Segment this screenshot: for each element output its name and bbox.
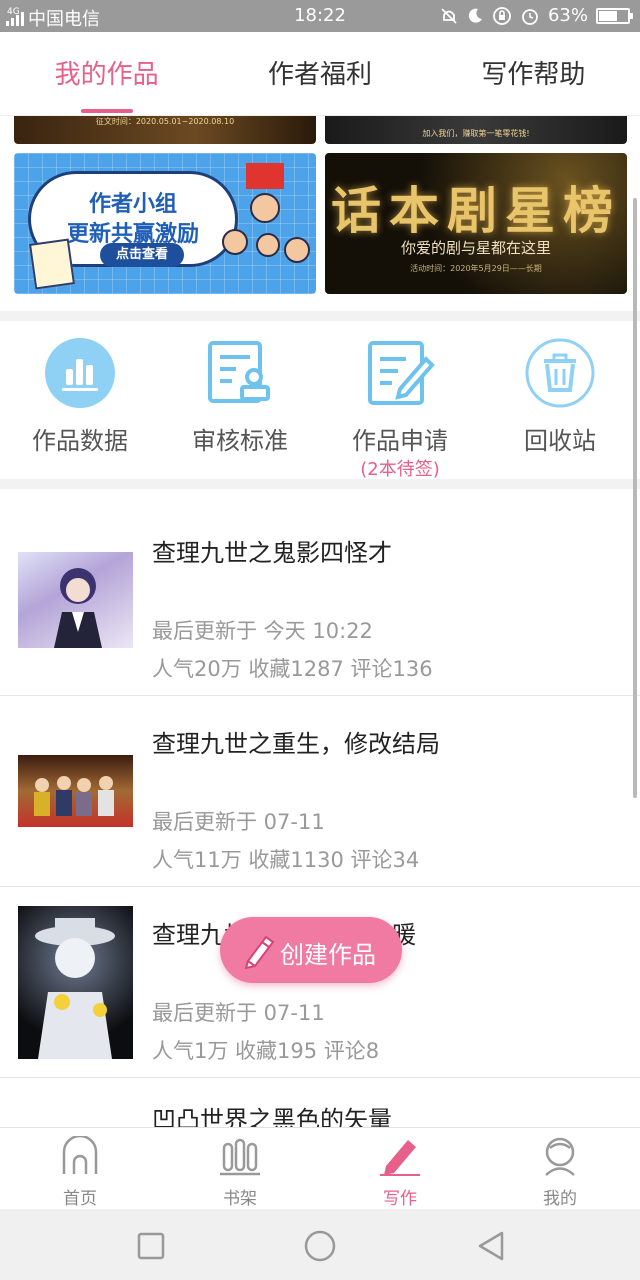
- mute-icon: [441, 7, 457, 24]
- work-cover-image: [18, 755, 133, 827]
- nav-bookshelf[interactable]: 书架: [160, 1128, 320, 1209]
- work-cover-image: [18, 552, 133, 648]
- tab-label: 作者福利: [267, 60, 372, 90]
- lock-rotation-icon: [493, 6, 511, 25]
- banner-author-group[interactable]: 作者小组 更新共赢激励 点击查看: [14, 153, 316, 294]
- battery-level-fill: [599, 10, 617, 21]
- home-icon: [62, 1136, 98, 1174]
- work-list-item[interactable]: 查理九世之重生，修改结局 最后更新于 07-11 人气11万 收藏1130 评论…: [0, 696, 640, 887]
- battery-percent: 63%: [547, 5, 588, 26]
- section-divider: [0, 311, 640, 321]
- action-work-apply[interactable]: 作品申请 (2本待签): [320, 321, 480, 481]
- bookshelf-icon: [220, 1138, 260, 1176]
- top-tab-bar: 我的作品 作者福利 写作帮助: [0, 32, 640, 116]
- cartoon-people-illustration: [220, 193, 314, 289]
- nav-label: 首页: [63, 1189, 97, 1209]
- action-label: 作品申请: [352, 427, 448, 455]
- pen-icon: [380, 1140, 420, 1176]
- action-label: 作品数据: [32, 427, 128, 455]
- system-nav-bar: [0, 1209, 640, 1280]
- bar-chart-icon: [45, 338, 115, 408]
- red-flag-illustration: [246, 163, 284, 189]
- tab-label: 我的作品: [54, 60, 159, 90]
- action-label: 审核标准: [192, 427, 288, 455]
- quick-actions: 作品数据 审核标准 作品申请 (2本待签) 回收站: [0, 321, 640, 481]
- pending-sign-count: (2本待签): [360, 459, 440, 480]
- banner-strip-text: 征文时间：2020.05.01~2020.08.10: [95, 117, 235, 126]
- battery-icon: [596, 7, 633, 24]
- edit-doc-icon: [368, 341, 435, 405]
- moon-icon: [468, 8, 482, 23]
- nav-label: 书架: [223, 1189, 257, 1209]
- banner-title: 话本剧星榜: [331, 181, 621, 240]
- alarm-icon: [522, 8, 538, 25]
- nav-writing[interactable]: 写作: [320, 1128, 480, 1209]
- nav-home[interactable]: 首页: [0, 1128, 160, 1209]
- create-work-label: 创建作品: [280, 941, 376, 969]
- bottom-nav: 首页 书架 写作 我的: [0, 1127, 640, 1209]
- banner-strip-left[interactable]: 征文时间：2020.05.01~2020.08.10: [14, 116, 316, 144]
- recent-apps-icon[interactable]: [134, 1229, 168, 1263]
- tab-label: 写作帮助: [481, 60, 586, 90]
- banner-subtitle: 你爱的剧与星都在这里: [400, 239, 551, 257]
- trash-icon: [525, 338, 595, 408]
- action-work-data[interactable]: 作品数据: [0, 321, 160, 481]
- tab-author-benefits[interactable]: 作者福利: [213, 32, 426, 115]
- work-updated: 最后更新于 今天 10:22: [152, 619, 373, 643]
- work-title: 查理九世之重生，修改结局: [152, 730, 440, 758]
- work-updated: 最后更新于 07-11: [152, 1001, 325, 1025]
- tab-my-works[interactable]: 我的作品: [0, 32, 213, 115]
- nav-profile[interactable]: 我的: [480, 1128, 640, 1209]
- view-now-button[interactable]: 点击查看: [100, 243, 184, 267]
- work-updated: 最后更新于 07-11: [152, 810, 325, 834]
- profile-icon: [545, 1137, 575, 1176]
- work-stats: 人气20万 收藏1287 评论136: [152, 657, 433, 681]
- banner-line1: 作者小组: [88, 192, 177, 217]
- action-label: 回收站: [524, 427, 596, 455]
- back-icon[interactable]: [474, 1229, 508, 1263]
- status-bar: 4G 中国电信 18:22 63%: [0, 0, 640, 32]
- work-list-item[interactable]: 查理九世之鬼影四怪才 最后更新于 今天 10:22 人气20万 收藏1287 评…: [0, 505, 640, 696]
- create-work-button[interactable]: 创建作品: [220, 917, 402, 983]
- pen-icon: [244, 935, 275, 969]
- checklist-illustration: [28, 238, 76, 290]
- review-doc-icon: [208, 341, 270, 403]
- action-recycle-bin[interactable]: 回收站: [480, 321, 640, 481]
- work-cover-image: [18, 906, 133, 1059]
- scrollbar[interactable]: [633, 198, 637, 798]
- banner-strip-right[interactable]: 加入我们，赚取第一笔零花钱!: [325, 116, 627, 144]
- nav-label: 我的: [543, 1189, 577, 1209]
- action-review-standard[interactable]: 审核标准: [160, 321, 320, 481]
- banner-date: 活动时间：2020年5月29日——长期: [410, 264, 542, 273]
- nav-label: 写作: [383, 1189, 417, 1209]
- work-stats: 人气11万 收藏1130 评论34: [152, 848, 420, 872]
- work-title: 查理九世之鬼影四怪才: [152, 539, 392, 567]
- section-divider: [0, 479, 640, 489]
- status-right: 63%: [440, 5, 633, 26]
- banner-strip-text: 加入我们，赚取第一笔零花钱!: [422, 129, 530, 138]
- home-circle-icon[interactable]: [303, 1229, 337, 1263]
- work-stats: 人气1万 收藏195 评论8: [152, 1039, 380, 1063]
- tab-writing-help[interactable]: 写作帮助: [427, 32, 640, 115]
- banner-drama-star-ranking[interactable]: 话本剧星榜 你爱的剧与星都在这里 活动时间：2020年5月29日——长期: [325, 153, 627, 294]
